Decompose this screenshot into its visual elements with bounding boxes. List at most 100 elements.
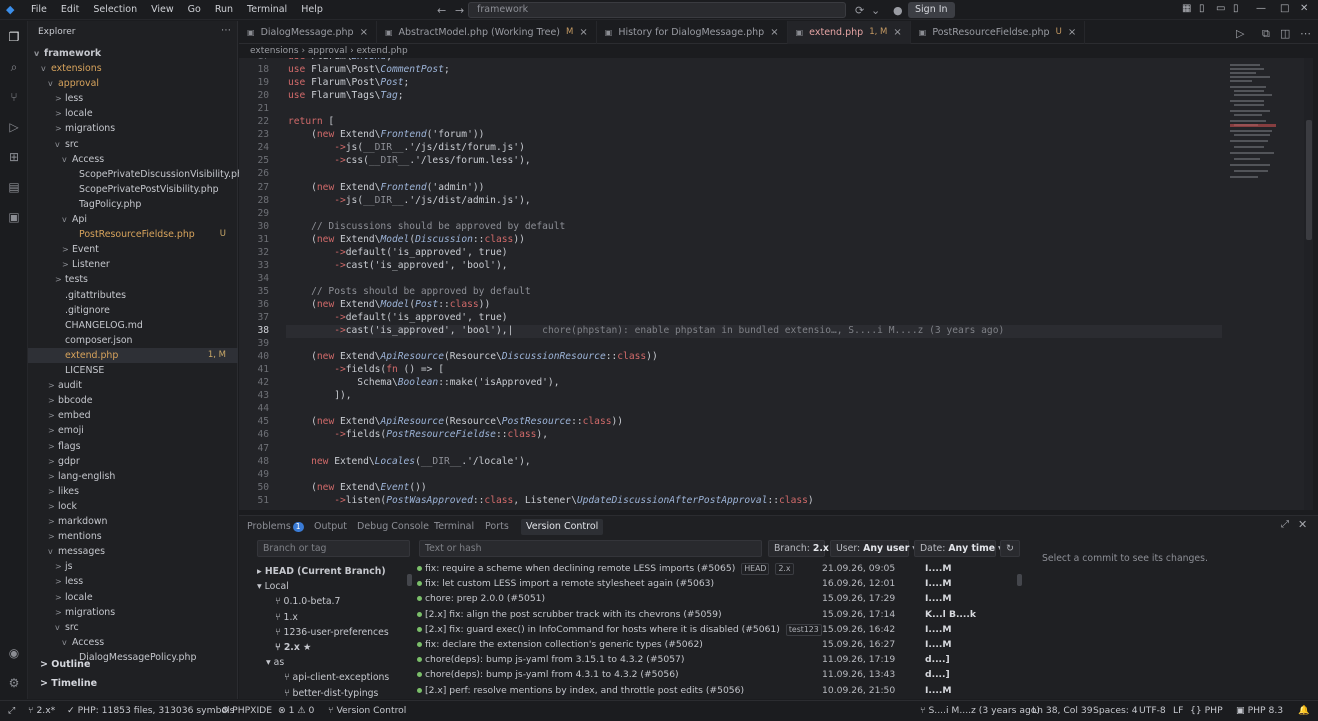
blame-status[interactable]: ⑂ S....i M....z (3 years ago) (920, 701, 1040, 721)
tree-item[interactable]: CHANGELOG.md (28, 318, 238, 333)
extensions-icon[interactable]: ⊞ (6, 149, 22, 165)
line-ending[interactable]: LF (1173, 701, 1183, 721)
close-icon[interactable]: × (893, 21, 901, 44)
menu-file[interactable]: File (24, 0, 54, 20)
tree-root[interactable]: v framework (28, 46, 238, 61)
code-line[interactable]: return [ (288, 116, 334, 127)
customize-layout-icon[interactable]: ▦ (1182, 3, 1191, 14)
minimize-icon[interactable]: — (1256, 3, 1266, 14)
tree-item[interactable]: > markdown (28, 514, 238, 529)
commit-search-input[interactable]: Text or hash (419, 540, 762, 557)
panel-tab-terminal[interactable]: Terminal (434, 519, 474, 535)
code-line[interactable]: // Discussions should be approved by def… (288, 221, 565, 232)
settings-gear-icon[interactable]: ⚙ (6, 675, 22, 691)
code-line[interactable]: ->fields(PostResourceFieldse::class), (288, 429, 548, 440)
branch-item[interactable]: ▾ as (266, 655, 284, 670)
code-line[interactable]: ->listen(PostWasApproved::class, Listene… (288, 495, 813, 506)
breadcrumb-item[interactable]: extensions (250, 46, 299, 56)
commit-row[interactable]: chore: prep 2.0.0 (#5051) 15.09.26, 17:29… (417, 591, 1012, 606)
menu-view[interactable]: View (144, 0, 181, 20)
split-editor-icon[interactable]: ◫ (1280, 27, 1290, 40)
tree-item[interactable]: > bbcode (28, 393, 238, 408)
branch-filter-input[interactable]: Branch or tag (257, 540, 410, 557)
tree-item[interactable]: > locale (28, 106, 238, 121)
toggle-secondary-sidebar-icon[interactable]: ▯ (1233, 3, 1239, 14)
menu-go[interactable]: Go (181, 0, 208, 20)
code-line[interactable]: (new Extend\Model(Post::class)) (288, 299, 490, 310)
maximize-panel-icon[interactable]: ⤢ (1281, 519, 1289, 530)
code-line[interactable]: (new Extend\ApiResource(Resource\PostRes… (288, 416, 623, 427)
branch-filter-dropdown[interactable]: Branch: 2.x (768, 540, 829, 557)
editor-tab[interactable]: ▣ extend.php 1, M × (787, 21, 911, 44)
remote-indicator-icon[interactable]: ⤢ (8, 701, 15, 721)
branch-item[interactable]: ⑂ better-dist-typings (284, 686, 378, 701)
commit-row[interactable]: chore(deps): bump js-yaml from 3.15.1 to… (417, 652, 1012, 667)
tree-item[interactable]: > less (28, 574, 238, 589)
command-center-search[interactable]: framework (468, 2, 846, 18)
code-line[interactable]: new Extend\Locales(__DIR__.'/locale'), (288, 456, 531, 467)
tree-item[interactable]: extend.php 1, M (28, 347, 238, 363)
cursor-position[interactable]: Ln 38, Col 39 (1032, 701, 1093, 721)
minimap[interactable] (1226, 62, 1304, 192)
branch-item[interactable]: ▾ Local (257, 579, 289, 594)
tree-item[interactable]: > likes (28, 484, 238, 499)
code-line[interactable]: ->fields(fn () => [ (288, 364, 444, 375)
tree-item[interactable]: > lang-english (28, 469, 238, 484)
date-filter-dropdown[interactable]: Date: Any time ▾ (914, 540, 1003, 557)
code-editor[interactable]: 17 use Flarum\Extend; 18 use Flarum\Post\Co… (239, 58, 1304, 510)
run-icon[interactable]: ▷ (1236, 27, 1244, 40)
breadcrumb-item[interactable]: approval (308, 46, 347, 56)
editor-tab[interactable]: ▣ History for DialogMessage.php × (597, 21, 788, 44)
branch-status[interactable]: ⑂ 2.x* (28, 701, 55, 721)
remote-explorer-icon[interactable]: ▤ (6, 179, 22, 195)
panel-tab-version-control[interactable]: Version Control (521, 519, 604, 535)
close-icon[interactable]: × (579, 21, 587, 44)
branch-scrollbar[interactable] (407, 574, 412, 586)
code-line[interactable]: ->css(__DIR__.'/less/forum.less'), (288, 155, 530, 166)
commit-row[interactable]: fix: declare the extension collection's … (417, 637, 1012, 652)
outline-section[interactable]: > Outline (28, 655, 238, 674)
accounts-icon[interactable]: ◉ (6, 645, 22, 661)
refresh-icon[interactable]: ↻ (1000, 540, 1020, 557)
tree-item[interactable]: > emoji (28, 423, 238, 438)
toggle-panel-icon[interactable]: ▭ (1216, 3, 1225, 14)
tree-item[interactable]: > gdpr (28, 454, 238, 469)
tree-item[interactable]: > migrations (28, 605, 238, 620)
open-changes-icon[interactable]: ⧉ (1262, 27, 1270, 41)
editor-tab[interactable]: ▣ PostResourceFieldse.php U × (911, 21, 1086, 44)
tree-item[interactable]: .gitattributes (28, 288, 238, 303)
breadcrumb-item[interactable]: extend.php (357, 46, 408, 56)
tree-item[interactable]: v src (28, 137, 238, 152)
code-line[interactable]: ->default('is_approved', true) (288, 247, 507, 258)
code-line[interactable]: ->default('is_approved', true) (288, 312, 507, 323)
tree-item[interactable]: v Access (28, 152, 238, 167)
code-line[interactable]: (new Extend\Model(Discussion::class)) (288, 234, 525, 245)
commit-row[interactable]: fix: require a scheme when declining rem… (417, 561, 1012, 576)
tree-item[interactable]: ScopePrivatePostVisibility.php (28, 182, 238, 197)
run-debug-icon[interactable]: ▷ (6, 119, 22, 135)
tree-item[interactable]: > embed (28, 408, 238, 423)
account-icon[interactable]: ● (888, 4, 908, 17)
commit-scrollbar[interactable] (1017, 574, 1022, 586)
menu-edit[interactable]: Edit (54, 0, 86, 20)
close-panel-icon[interactable]: ✕ (1298, 518, 1307, 531)
code-line[interactable]: // Posts should be approved by default (288, 286, 531, 297)
back-arrow-icon[interactable]: ← (432, 4, 451, 17)
tree-item[interactable]: > audit (28, 378, 238, 393)
more-actions-icon[interactable]: ⋯ (1300, 27, 1311, 40)
close-icon[interactable]: × (770, 21, 778, 44)
branch-item[interactable]: ⑂ 1236-user-preferences (275, 625, 389, 640)
editor-tab[interactable]: ▣ DialogMessage.php × (239, 21, 377, 44)
tree-item[interactable]: > mentions (28, 529, 238, 544)
panel-tab-debug-console[interactable]: Debug Console (357, 519, 429, 535)
search-icon[interactable]: ⌕ (6, 59, 22, 75)
branch-item[interactable]: ▸ HEAD (Current Branch) (257, 564, 386, 579)
encoding[interactable]: UTF-8 (1139, 701, 1166, 721)
problems-status[interactable]: ⊗ 1 ⚠ 0 (278, 701, 314, 721)
code-line[interactable]: ->js(__DIR__.'/js/dist/forum.js') (288, 142, 525, 153)
tree-item[interactable]: LICENSE (28, 363, 238, 378)
tree-item[interactable]: v approval (28, 76, 238, 91)
branch-item[interactable]: ⑂ api-client-exceptions (284, 670, 389, 685)
editor-scroll-thumb[interactable] (1306, 120, 1312, 240)
close-window-icon[interactable]: ✕ (1300, 3, 1308, 14)
